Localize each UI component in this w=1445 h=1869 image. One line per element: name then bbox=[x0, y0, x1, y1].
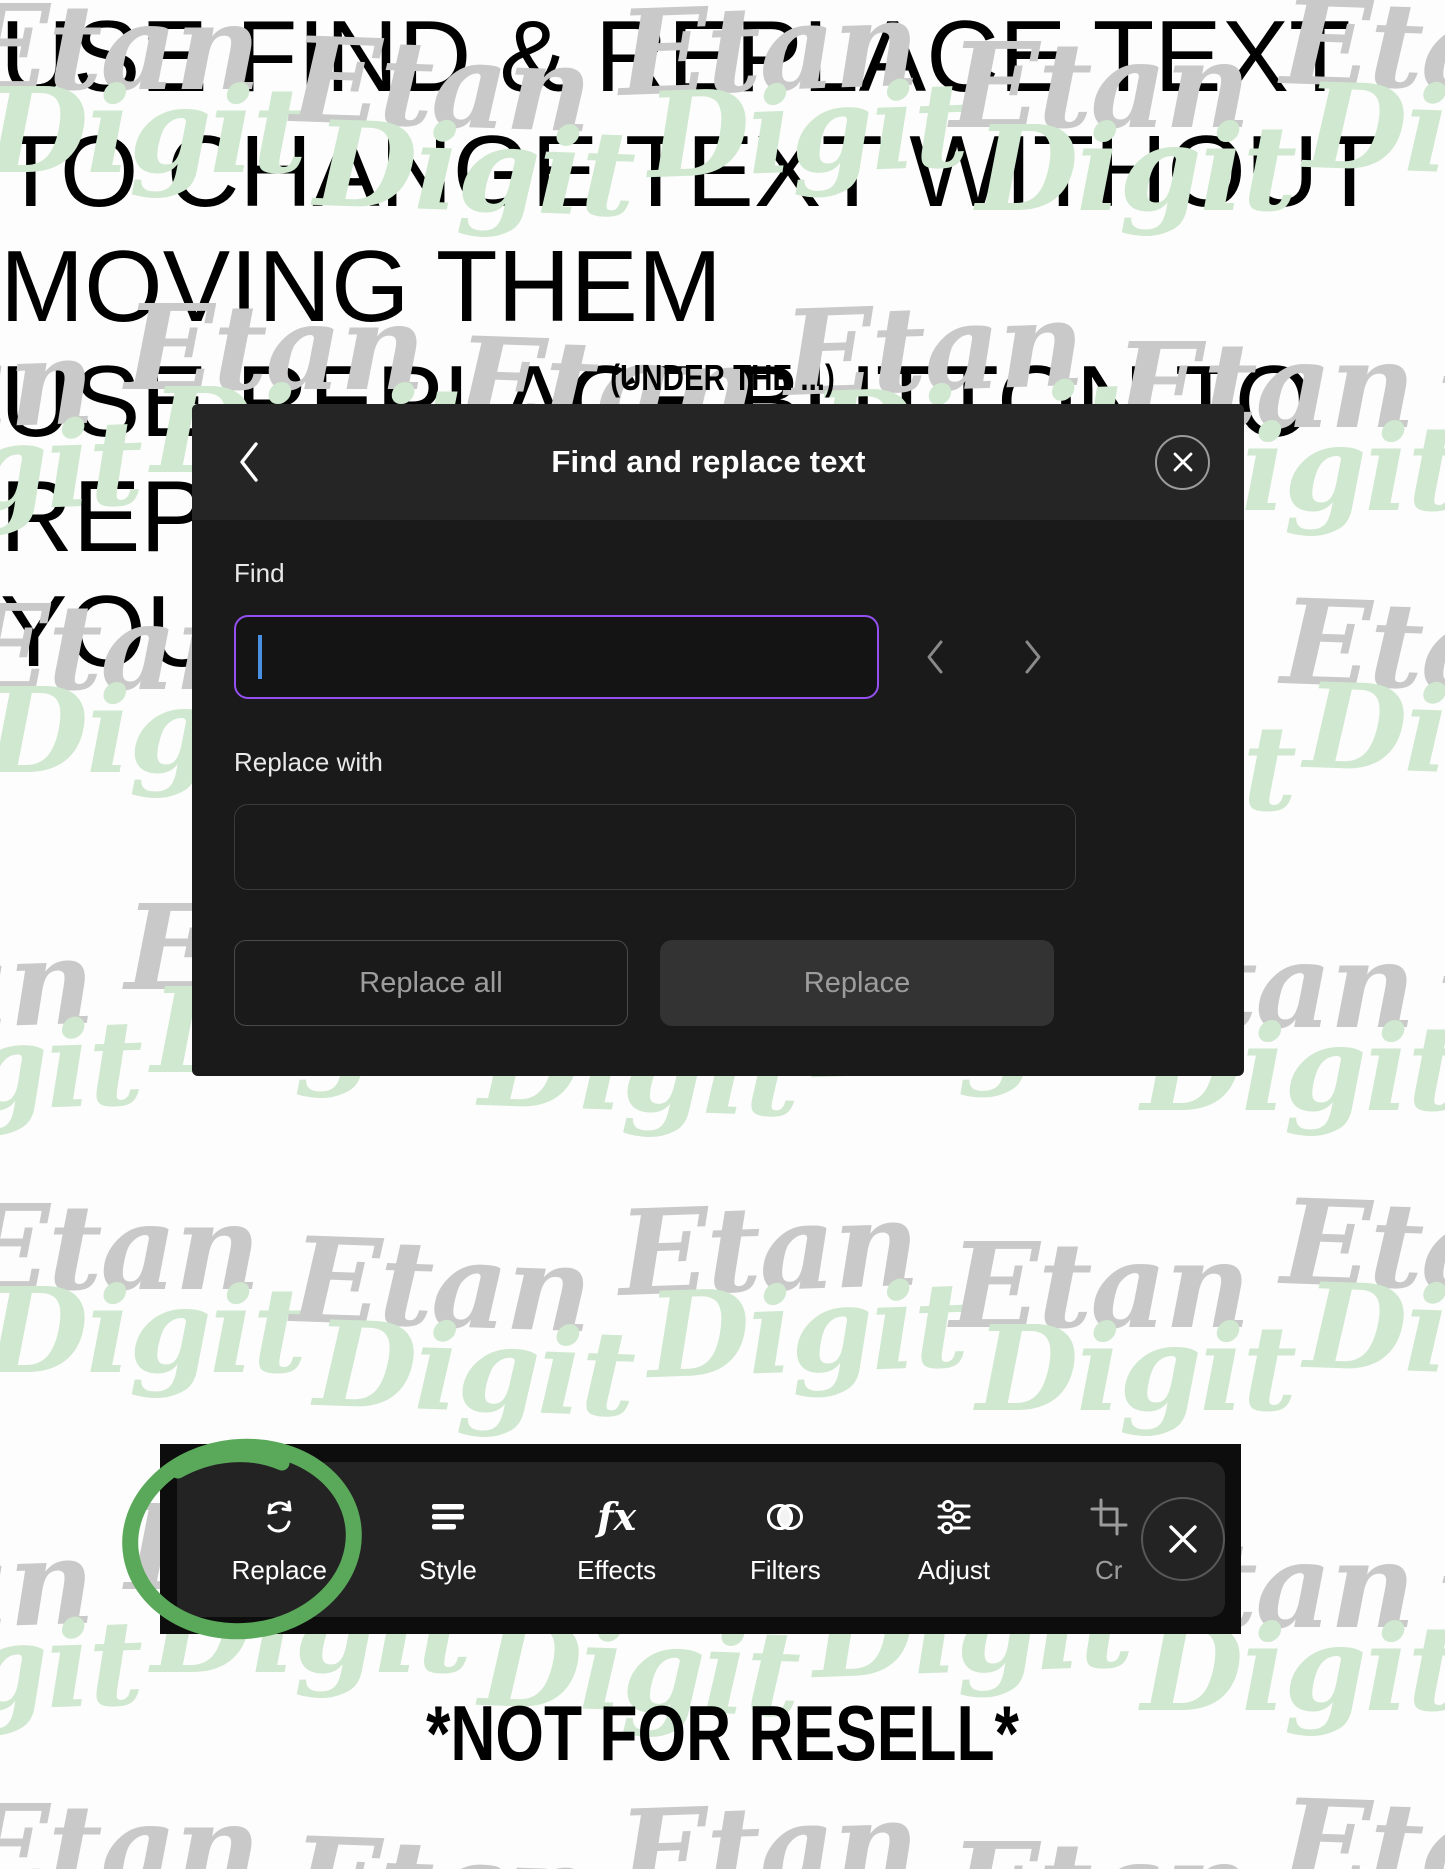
dialog-header: Find and replace text bbox=[192, 404, 1244, 520]
toolbar-close-icon[interactable] bbox=[1141, 1497, 1225, 1581]
toolbar-item-adjust[interactable]: Adjust bbox=[870, 1494, 1039, 1586]
watermark-tile: EtanDigit bbox=[0, 911, 144, 1143]
watermark-tile: EtanDigit bbox=[950, 1827, 1295, 1869]
toolbar-label: Adjust bbox=[917, 1554, 991, 1585]
watermark-tile: EtanDigit bbox=[616, 1173, 969, 1405]
watermark-tile: EtanDigit bbox=[1279, 1172, 1445, 1406]
replace-rotate-icon bbox=[257, 1494, 301, 1540]
toolbar-label: Style bbox=[419, 1554, 477, 1585]
replace-button[interactable]: Replace bbox=[660, 940, 1054, 1026]
find-input[interactable] bbox=[234, 615, 879, 699]
text-caret bbox=[258, 635, 262, 679]
find-prev-icon[interactable] bbox=[921, 635, 949, 679]
lines-style-icon bbox=[428, 1494, 468, 1540]
editor-toolbar: Replace Style fx Effects Filters Adjust … bbox=[177, 1462, 1225, 1617]
watermark-tile: EtanDigit bbox=[287, 1810, 638, 1869]
replace-all-button[interactable]: Replace all bbox=[234, 940, 628, 1026]
watermark-tile: EtanDigit bbox=[950, 1216, 1297, 1438]
replace-with-label: Replace with bbox=[234, 747, 383, 777]
dialog-title: Find and replace text bbox=[551, 444, 866, 479]
headline-line: TO CHANGE TEXT WITHOUT bbox=[0, 116, 1379, 228]
watermark-tile: EtanDigit bbox=[0, 1178, 307, 1400]
toolbar-label: Filters bbox=[749, 1554, 821, 1585]
toolbar-item-replace[interactable]: Replace bbox=[195, 1494, 364, 1586]
toolbar-label: Cr bbox=[1094, 1554, 1123, 1585]
editor-toolbar-screenshot: Replace Style fx Effects Filters Adjust … bbox=[160, 1444, 1241, 1634]
filters-circles-icon bbox=[763, 1494, 807, 1540]
fx-icon: fx bbox=[597, 1493, 637, 1539]
sliders-icon bbox=[932, 1494, 976, 1540]
toolbar-item-style[interactable]: Style bbox=[364, 1494, 533, 1586]
toolbar-label: Replace bbox=[231, 1554, 328, 1585]
watermark-tile: EtanDigit bbox=[1279, 1772, 1445, 1869]
watermark-tile: EtanDigit bbox=[616, 1773, 969, 1869]
footer-note: *NOT FOR RESELL* bbox=[426, 1689, 1019, 1777]
toolbar-item-filters[interactable]: Filters bbox=[701, 1494, 870, 1586]
page-title-top: USE FIND & REPLACE TEXT TO CHANGE TEXT W… bbox=[0, 0, 1445, 345]
watermark-tile: EtanDigit bbox=[0, 1511, 144, 1743]
crop-icon bbox=[1089, 1494, 1129, 1540]
watermark-tile: EtanDigit bbox=[0, 1778, 261, 1869]
find-next-icon[interactable] bbox=[1019, 635, 1047, 679]
find-input-row bbox=[234, 615, 1202, 699]
watermark-tile: EtanDigit bbox=[289, 1210, 636, 1444]
find-and-replace-dialog: Find and replace text Find Replace with … bbox=[192, 404, 1244, 1076]
find-label: Find bbox=[234, 558, 285, 588]
dialog-actions: Replace all Replace bbox=[234, 940, 1202, 1026]
dialog-body: Find Replace with Replace all Replace bbox=[192, 520, 1244, 1026]
headline-line: MOVING THEM bbox=[0, 231, 722, 343]
close-icon[interactable] bbox=[1155, 434, 1210, 490]
headline-line: USE FIND & REPLACE TEXT bbox=[0, 1, 1349, 113]
subtitle-note: (UNDER THE ...) bbox=[610, 357, 835, 398]
replace-with-input[interactable] bbox=[234, 804, 1076, 890]
toolbar-label: Effects bbox=[577, 1554, 657, 1585]
find-nav-arrows bbox=[921, 635, 1047, 679]
poster-canvas: EtanDigitEtanDigitEtanDigitEtanDigitEtan… bbox=[0, 0, 1445, 1869]
toolbar-item-effects[interactable]: fx Effects bbox=[532, 1494, 701, 1586]
